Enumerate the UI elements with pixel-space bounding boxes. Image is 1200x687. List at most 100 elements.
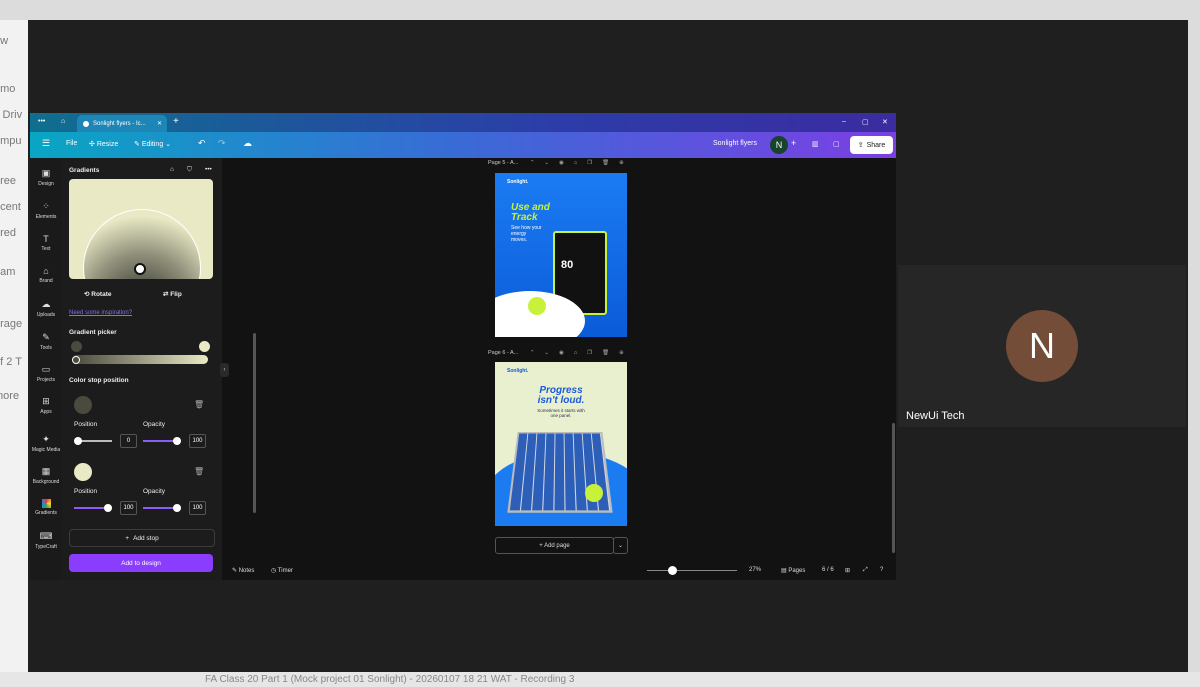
grid-view-icon[interactable]: ⊞ [845, 567, 850, 574]
slider-knob[interactable] [173, 504, 181, 512]
page-5-title[interactable]: Page 5 - A... [488, 160, 518, 166]
page-5-flyer[interactable]: Sonlight. Use and Track See how your ene… [495, 173, 627, 337]
inspiration-link[interactable]: Need some inspiration? [69, 310, 132, 316]
stop-1-opacity-slider[interactable] [143, 437, 181, 445]
document-title[interactable]: Sonlight flyers [713, 140, 757, 147]
new-tab-icon[interactable]: + [173, 116, 179, 127]
stop-1-opacity-input[interactable]: 100 [189, 434, 206, 448]
rail-projects[interactable]: ▭ Projects [30, 364, 62, 383]
duplicate-icon[interactable]: ❐ [587, 350, 592, 356]
picker-stop-dark[interactable] [71, 341, 82, 352]
hide-icon[interactable]: ◉ [559, 350, 564, 356]
gradient-bar[interactable] [72, 355, 208, 364]
slider-knob[interactable] [74, 437, 82, 445]
gradients-icon [41, 499, 51, 508]
rail-uploads[interactable]: ☁ Uploads [30, 299, 62, 318]
stop-1-position-slider[interactable] [74, 437, 112, 445]
zoom-level[interactable]: 27% [749, 567, 761, 573]
pages-button[interactable]: ▤ Pages [781, 567, 805, 574]
add-to-design-button[interactable]: Add to design [69, 554, 213, 572]
stop-2-position-slider[interactable] [74, 504, 112, 512]
add-stop-button[interactable]: + Add stop [69, 529, 215, 547]
add-collaborator-icon[interactable]: + [791, 138, 796, 148]
maximize-icon[interactable]: ▢ [862, 118, 869, 126]
chevron-down-icon[interactable]: ⌄ [544, 160, 549, 166]
hide-icon[interactable]: ◉ [559, 160, 564, 166]
timer-button[interactable]: ◷ Timer [271, 567, 293, 574]
rail-text[interactable]: T Text [30, 234, 62, 252]
gradient-preview[interactable] [69, 179, 213, 279]
stop-2-position-input[interactable]: 100 [120, 501, 137, 515]
stop-1-swatch[interactable] [74, 396, 92, 414]
canvas-scrollbar[interactable] [892, 423, 895, 553]
lock-icon[interactable]: ⌂ [574, 160, 577, 166]
file-menu[interactable]: File [66, 140, 77, 147]
stop-2-opacity-slider[interactable] [143, 504, 181, 512]
rail-magic-media[interactable]: ✦ Magic Media [30, 434, 62, 453]
window-close-icon[interactable]: ✕ [882, 118, 888, 126]
delete-icon[interactable]: 🗑 [602, 350, 609, 356]
home-icon[interactable]: ⌂ [61, 118, 65, 125]
chevron-up-icon[interactable]: ⌃ [530, 160, 535, 166]
rail-gradients[interactable]: Gradients [30, 499, 62, 516]
gradient-bar-handle[interactable] [72, 356, 80, 364]
rail-elements[interactable]: ⁘ Elements [30, 201, 62, 220]
add-page-options[interactable]: ⌄ [613, 537, 628, 554]
gradient-center-handle[interactable] [134, 263, 146, 275]
rotate-button[interactable]: ⟲ Rotate [84, 290, 112, 298]
gradient-picker-label: Gradient picker [69, 329, 117, 336]
rail-label: TypeCraft [35, 544, 57, 550]
more-options-icon[interactable]: ••• [205, 166, 212, 173]
lock-icon[interactable]: ⌂ [574, 350, 577, 356]
chevron-down-icon[interactable]: ⌄ [544, 350, 549, 356]
zoom-slider[interactable] [647, 570, 737, 571]
flip-button[interactable]: ⇄ Flip [163, 290, 182, 298]
collapse-panel-handle[interactable]: ‹ [220, 363, 229, 377]
picker-stop-light[interactable] [199, 341, 210, 352]
page-6-flyer[interactable]: Sonlight. Progress isn't loud. Sometimes… [495, 362, 627, 526]
stop-1-position-input[interactable]: 0 [120, 434, 137, 448]
rail-design[interactable]: ▣ Design [30, 168, 62, 187]
trash-icon[interactable]: 🗑 [194, 400, 204, 409]
rail-background[interactable]: ▦ Background [30, 466, 62, 485]
chevron-up-icon[interactable]: ⌃ [530, 350, 535, 356]
comments-icon[interactable]: ▢ [833, 140, 840, 148]
share-button[interactable]: ⇪ Share [850, 136, 893, 154]
delete-icon[interactable]: 🗑 [602, 160, 609, 166]
page-6-title[interactable]: Page 6 - A... [488, 350, 518, 356]
slider-knob[interactable] [173, 437, 181, 445]
slider-knob[interactable] [104, 504, 112, 512]
minimize-icon[interactable]: – [842, 118, 846, 125]
undo-icon[interactable]: ↶ [198, 138, 206, 149]
duplicate-icon[interactable]: ❐ [587, 160, 592, 166]
add-page-icon[interactable]: ⊕ [619, 350, 624, 356]
more-icon[interactable]: ••• [38, 118, 45, 125]
rail-tools[interactable]: ✎ Tools [30, 332, 62, 351]
stop-2-swatch[interactable] [74, 463, 92, 481]
user-avatar[interactable]: N [770, 136, 788, 154]
add-page-icon[interactable]: ⊕ [619, 160, 624, 166]
hamburger-icon[interactable]: ☰ [42, 138, 50, 149]
rail-typecraft[interactable]: ⌨ TypeCraft [30, 531, 62, 550]
insights-icon[interactable]: ▥ [812, 140, 819, 148]
editing-dropdown[interactable]: ✎ Editing ⌄ [134, 140, 171, 148]
notes-button[interactable]: ✎ Notes [232, 567, 254, 574]
close-icon[interactable]: ✕ [157, 120, 162, 127]
rail-apps[interactable]: ⊞ Apps [30, 396, 62, 415]
help-icon[interactable]: ? [880, 567, 883, 573]
trash-icon[interactable]: 🗑 [194, 467, 204, 476]
add-page-button[interactable]: + Add page [495, 537, 614, 554]
subtext-line: moves. [511, 237, 528, 243]
browser-tab[interactable]: Sonlight flyers - Ic... ✕ [77, 115, 167, 132]
page-count[interactable]: 6 / 6 [822, 567, 834, 573]
rail-brand[interactable]: ⌂ Brand [30, 266, 62, 284]
panel-scrollbar[interactable] [253, 333, 256, 513]
resize-button[interactable]: ✣ Resize [89, 140, 118, 148]
fullscreen-icon[interactable]: ⤢ [863, 567, 868, 574]
stop-2-opacity-input[interactable]: 100 [189, 501, 206, 515]
redo-icon[interactable]: ↷ [218, 138, 226, 149]
shield-icon[interactable]: ⛉ [187, 166, 192, 174]
lock-icon[interactable]: ⌂ [170, 166, 174, 173]
cloud-save-icon[interactable]: ☁ [243, 138, 252, 149]
zoom-slider-knob[interactable] [668, 566, 677, 575]
